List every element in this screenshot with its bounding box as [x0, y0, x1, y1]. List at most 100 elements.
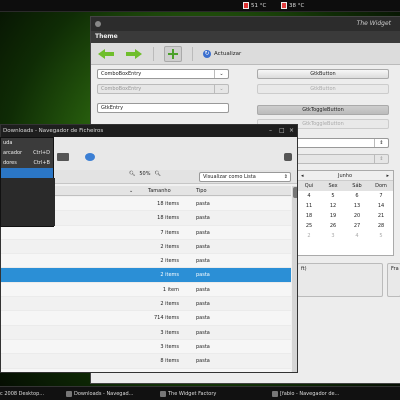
- table-row[interactable]: 714 items pasta: [1, 311, 291, 326]
- table-row[interactable]: 3 items pasta: [1, 326, 291, 340]
- row-type: pasta: [196, 301, 210, 308]
- calendar-day[interactable]: 19: [321, 211, 345, 221]
- calendar-day[interactable]: 2: [297, 231, 321, 241]
- add-button[interactable]: [164, 45, 182, 62]
- table-row[interactable]: 1 item pasta: [1, 282, 291, 298]
- calendar-day[interactable]: 12: [321, 201, 345, 211]
- calendar-day[interactable]: 7: [369, 191, 393, 201]
- calendar-weekday: Sáb: [345, 181, 369, 191]
- search-icon[interactable]: [85, 153, 95, 161]
- calendar-day[interactable]: 27: [345, 221, 369, 231]
- taskbar-item[interactable]: c 2008 Desktop...: [0, 390, 44, 398]
- calendar-day[interactable]: 3: [321, 231, 345, 241]
- row-type: pasta: [196, 201, 210, 207]
- temperature-1-label: 51 °C: [251, 2, 267, 9]
- table-row[interactable]: 2 items pasta: [1, 268, 291, 283]
- taskbar-item[interactable]: The Widget Factory: [160, 390, 216, 398]
- refresh-button[interactable]: ↻ Actualizar: [203, 49, 241, 58]
- calendar-grid[interactable]: Qui Sex Sáb Dom 4 5 6 7 11 12 13 14 18 19 20 21 25 26 27 28…: [297, 181, 393, 241]
- scrollbar[interactable]: [292, 186, 297, 372]
- row-size: 2 items: [160, 369, 179, 372]
- next-month-icon[interactable]: ▸: [386, 173, 389, 179]
- calendar-day[interactable]: 4: [297, 191, 321, 201]
- calendar-day[interactable]: 13: [345, 201, 369, 211]
- table-row[interactable]: 8 items pasta: [1, 354, 291, 369]
- table-row[interactable]: 2 items pasta: [1, 368, 291, 372]
- forward-arrow-icon[interactable]: [125, 48, 143, 59]
- zoom-control[interactable]: 🔍︎ 50% 🔍︎: [129, 171, 161, 177]
- menu-item[interactable]: uda: [1, 138, 53, 148]
- gtk-toggle-button-1[interactable]: GtkToggleButton: [257, 105, 389, 115]
- menu-item-highlighted[interactable]: [1, 168, 53, 178]
- stepper-icon[interactable]: ⇕: [374, 139, 388, 147]
- chevron-updown-icon: ⇕: [283, 174, 288, 180]
- row-size: 714 items: [153, 315, 179, 322]
- taskbar-item[interactable]: Downloads - Navegad...: [66, 390, 133, 398]
- table-row[interactable]: 2 items pasta: [1, 254, 291, 269]
- gtk-entry-field[interactable]: GtkEntry: [97, 103, 229, 113]
- calendar-day[interactable]: 14: [369, 201, 393, 211]
- menu-item-accel: Ctrl+B: [33, 160, 50, 166]
- table-row[interactable]: 2 items pasta: [1, 240, 291, 255]
- calendar-day[interactable]: 20: [345, 211, 369, 221]
- frame-2-label: Fra: [391, 266, 399, 272]
- row-size: 2 items: [160, 243, 179, 250]
- entry-value: GtkEntry: [101, 105, 124, 111]
- view-mode-select[interactable]: Visualizar como Lista ⇕: [199, 172, 291, 182]
- settings-icon[interactable]: [284, 153, 292, 161]
- calendar-day[interactable]: 11: [297, 201, 321, 211]
- taskbar-item[interactable]: [fabio - Navegador de...: [272, 390, 339, 398]
- maximize-icon[interactable]: □: [279, 128, 285, 134]
- prev-month-icon[interactable]: ◂: [301, 173, 304, 179]
- calendar-day[interactable]: 6: [345, 191, 369, 201]
- sort-chevron-icon[interactable]: ⌄: [129, 186, 133, 196]
- chevron-down-icon[interactable]: ⌄: [214, 70, 228, 78]
- table-row[interactable]: 3 items pasta: [1, 339, 291, 355]
- row-size: 18 items: [157, 201, 179, 207]
- calendar-day[interactable]: 26: [321, 221, 345, 231]
- refresh-icon: ↻: [203, 49, 211, 58]
- gtk-button-1[interactable]: GtkButton: [257, 69, 389, 79]
- gtk-button-2: GtkButton: [257, 84, 389, 94]
- calendar-weekday: Dom: [369, 181, 393, 191]
- calendar-day[interactable]: 21: [369, 211, 393, 221]
- calendar-day[interactable]: 18: [297, 211, 321, 221]
- terminal-icon[interactable]: [57, 153, 69, 161]
- window-titlebar[interactable]: The Widget: [91, 17, 400, 31]
- calendar-day[interactable]: 5: [369, 231, 393, 241]
- minimize-icon[interactable]: –: [269, 128, 275, 134]
- calendar-weekday: Qui: [297, 181, 321, 191]
- calendar-day[interactable]: 28: [369, 221, 393, 231]
- calendar-day[interactable]: 4: [345, 231, 369, 241]
- taskbar: c 2008 Desktop... Downloads - Navegad...…: [0, 386, 400, 400]
- scrollbar-thumb[interactable]: [293, 187, 297, 198]
- calendar-day[interactable]: 5: [321, 191, 345, 201]
- menu-item[interactable]: arcador Ctrl+D: [1, 148, 53, 158]
- calendar-header: ◂ Junho ▸: [297, 171, 393, 181]
- folder-icon: [66, 391, 72, 397]
- table-row[interactable]: 2 items pasta: [1, 297, 291, 312]
- zoom-out-icon[interactable]: 🔍︎: [129, 171, 135, 177]
- close-icon[interactable]: ×: [289, 128, 295, 134]
- temperature-indicator-2[interactable]: 38 °C: [281, 2, 304, 9]
- zoom-in-icon[interactable]: 🔍︎: [154, 171, 160, 177]
- calendar[interactable]: ◂ Junho ▸ Qui Sex Sáb Dom 4 5 6 7 11 12 13 14 18 19 20…: [296, 170, 394, 256]
- menu-item[interactable]: dores Ctrl+B: [1, 158, 53, 168]
- close-icon[interactable]: [95, 21, 101, 27]
- column-type[interactable]: Tipo: [196, 186, 207, 196]
- calendar-day[interactable]: 25: [297, 221, 321, 231]
- row-size: 2 items: [160, 272, 179, 279]
- row-size: 8 items: [160, 358, 179, 365]
- combo-box-entry-1[interactable]: ComboBoxEntry ⌄: [97, 69, 229, 79]
- back-arrow-icon[interactable]: [97, 48, 115, 59]
- column-size[interactable]: Tamanho: [148, 186, 171, 196]
- file-manager-title: Downloads - Navegador de Ficheiros: [3, 128, 104, 134]
- temperature-indicator-1[interactable]: 51 °C: [243, 2, 266, 9]
- folder-icon: [272, 391, 278, 397]
- stepper-icon: ⇕: [374, 155, 388, 163]
- table-row[interactable]: 7 items pasta: [1, 225, 291, 240]
- file-manager-titlebar[interactable]: Downloads - Navegador de Ficheiros – □ ×: [1, 125, 297, 137]
- menu-theme[interactable]: Theme: [95, 33, 118, 40]
- row-type: pasta: [196, 229, 210, 236]
- frame-2: Fra: [387, 263, 400, 297]
